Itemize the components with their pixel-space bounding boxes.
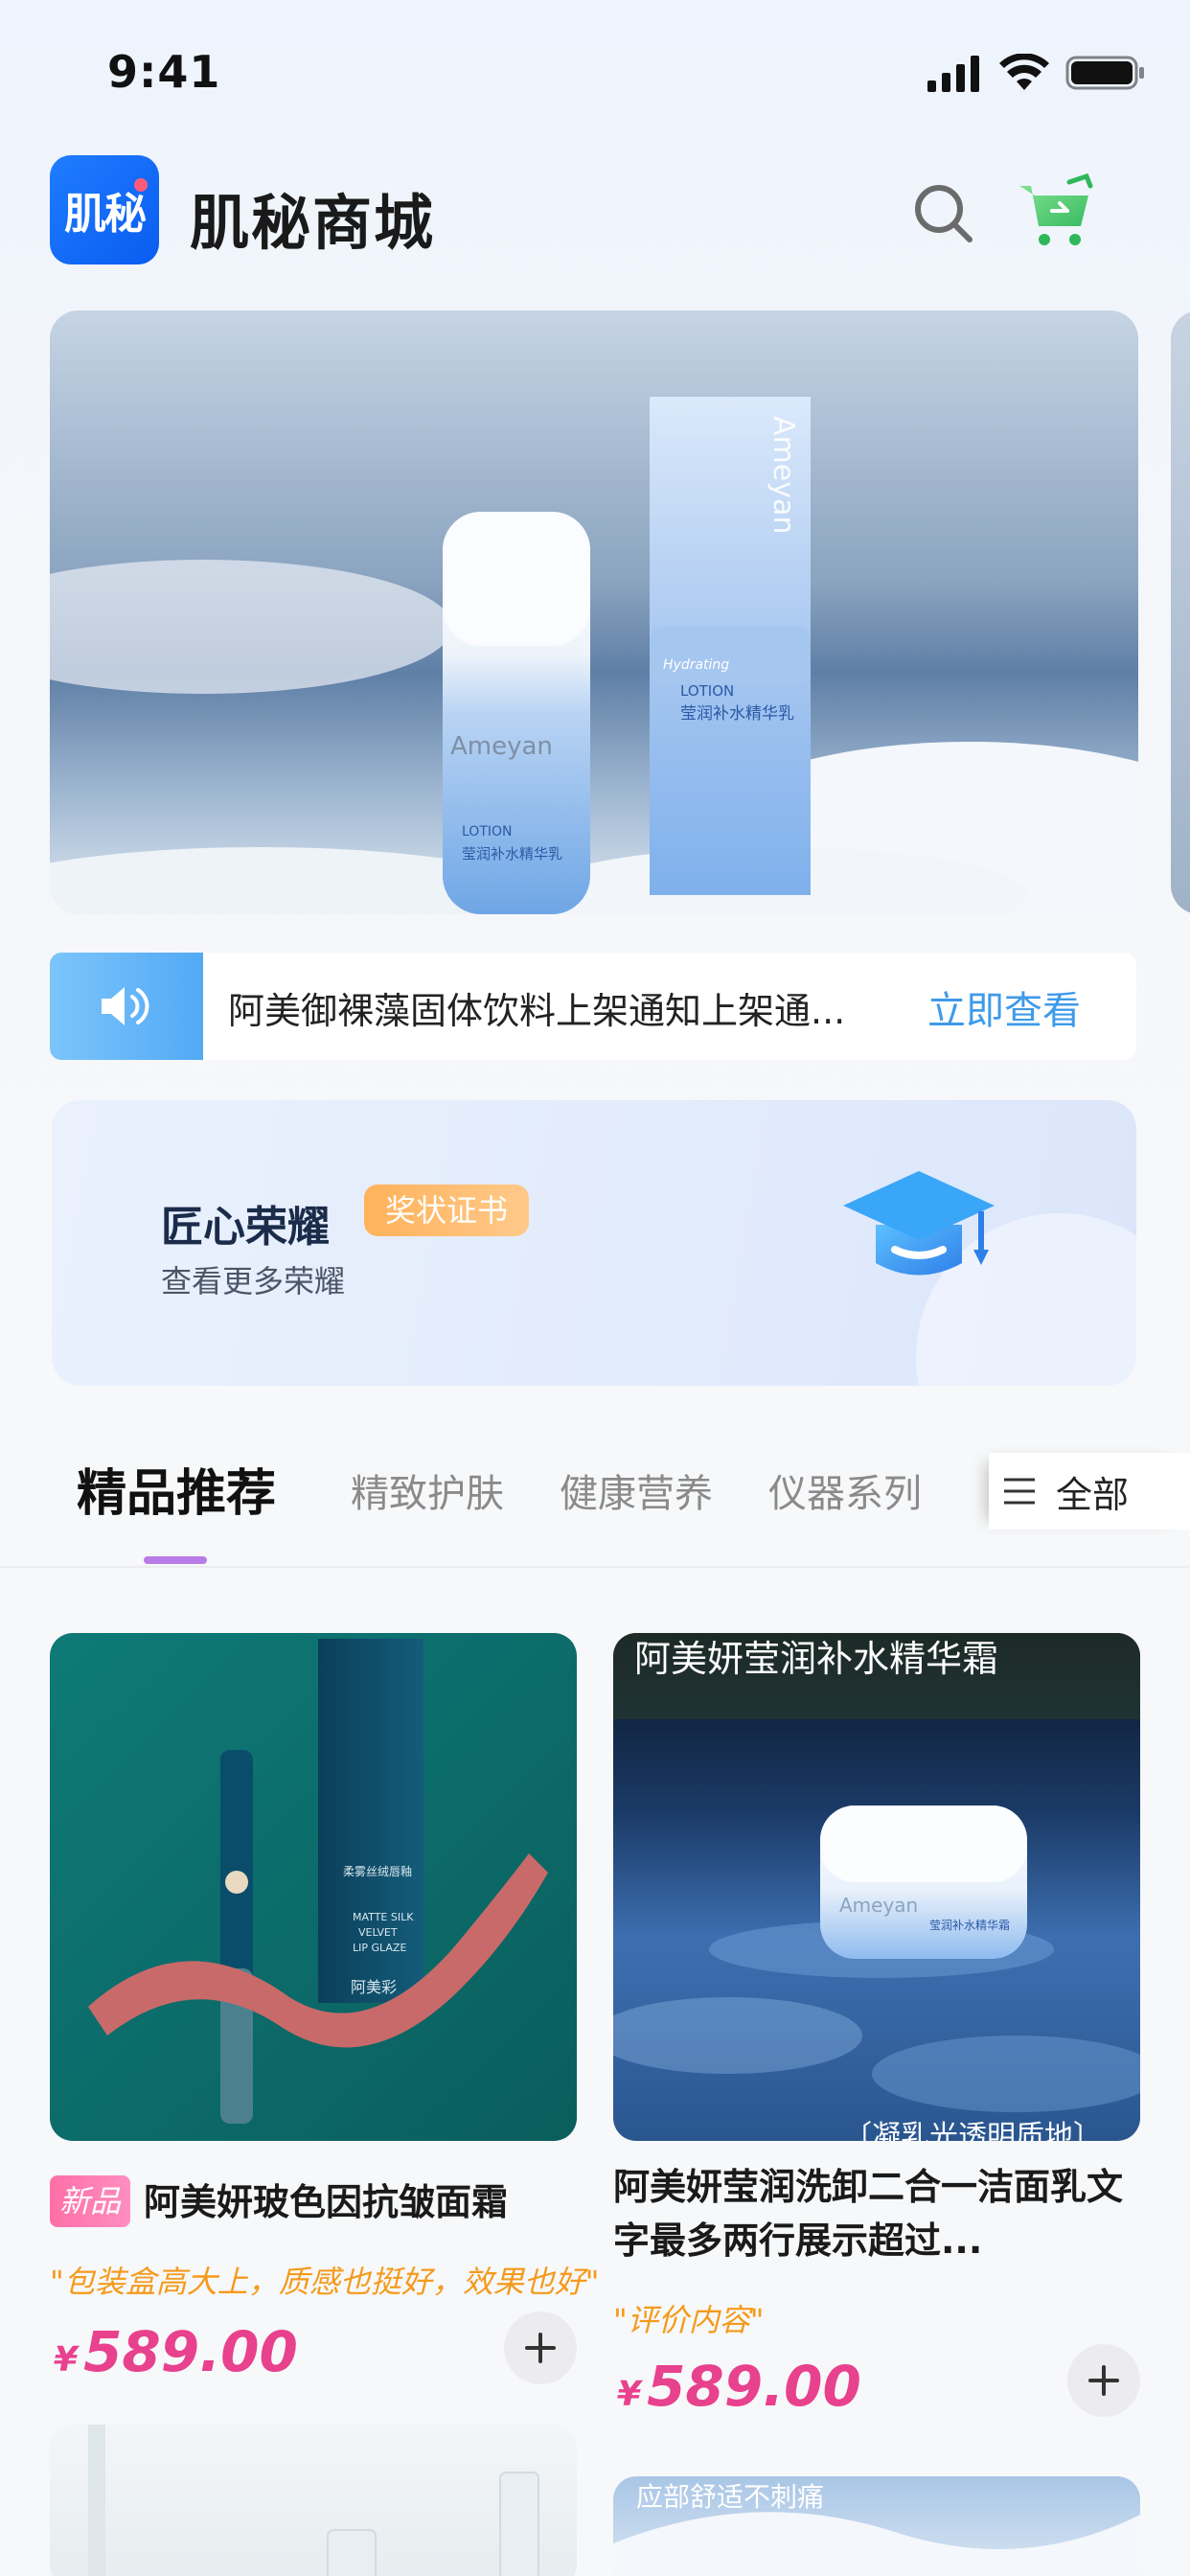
glassware-image [88,2425,539,2576]
box-text-3: VELVET [358,1926,398,1939]
product-name[interactable]: 阿美妍莹润洗卸二合一洁面乳文字最多两行展示超过... [613,2160,1140,2267]
box-script: Hydrating [663,657,730,673]
menu-icon [1004,1478,1035,1505]
honor-card[interactable]: 匠心荣耀 奖状证书 查看更多荣耀 [52,1100,1136,1386]
plus-icon [1088,2365,1119,2396]
tab-featured[interactable]: 精品推荐 [77,1453,276,1525]
product-review: "包装盒高大上，质感也挺好，效果也好" [50,2264,600,2300]
cart-button[interactable] [1014,172,1094,253]
product-name: 阿美妍玻色因抗皱面霜 [144,2181,509,2223]
tab-nutrition[interactable]: 健康营养 [560,1462,713,1518]
currency-symbol: ¥ [54,2340,79,2380]
box-text-4: LIP GLAZE [353,1942,407,1954]
image-overlay-caption: 〔凝乳光透明质地〕 [843,2120,1102,2141]
add-to-cart-button[interactable] [1067,2344,1140,2417]
logo-dot [134,178,148,192]
notice-bar[interactable]: 阿美御裸藻固体饮料上架通知上架通... 立即查看 [50,953,1136,1060]
bottle-label-cn: 莹润补水精华乳 [462,845,563,862]
status-time: 9:41 [107,46,221,98]
bottle-brand: Ameyan [450,732,553,761]
app-logo: 肌秘 [50,155,159,264]
banner-image [50,310,1138,914]
new-badge: 新品 [50,2175,131,2227]
product-price: ¥589.00 [54,2319,298,2384]
graduation-cap-icon [843,1171,995,1276]
app-logo-text: 肌秘 [64,190,147,239]
box-text-2: MATTE SILK [353,1911,414,1923]
banner-next-peek[interactable] [1171,310,1190,914]
product-price: ¥589.00 [617,2354,861,2419]
box-text-1: 柔雾丝绒唇釉 [343,1865,413,1878]
tab-divider [0,1566,1190,1568]
cart-icon [1019,172,1093,245]
notice-view-link[interactable]: 立即查看 [927,979,1081,1035]
image-overlay-title: 应部舒适不刺痛 [636,2481,825,2513]
speaker-icon [102,987,149,1025]
search-button[interactable] [910,180,977,247]
lip-glaze-image [50,1633,577,2141]
box-label-en: LOTION [680,682,735,700]
battery-icon [1065,56,1144,90]
price-value: 589.00 [647,2354,861,2419]
jar-label: 莹润补水精华霜 [929,1919,1011,1932]
active-tab-indicator [144,1556,207,1564]
category-tabs: 精品推荐 精致护肤 健康营养 仪器系列 全部 [0,1438,1190,1564]
currency-symbol: ¥ [617,2375,642,2414]
product-image[interactable] [50,2425,577,2576]
search-icon [915,185,973,242]
notice-icon-bg [50,953,203,1060]
add-to-cart-button[interactable] [504,2312,577,2384]
bottle-label-en: LOTION [462,824,513,840]
honor-subtitle: 查看更多荣耀 [161,1263,346,1300]
app-title: 肌秘商城 [190,188,436,258]
cream-jar-image [613,1633,1140,2141]
certificate-badge: 奖状证书 [364,1184,530,1236]
jar-brand: Ameyan [839,1894,919,1917]
notice-text: 阿美御裸藻固体饮料上架通知上架通... [228,990,846,1032]
product-image[interactable]: 阿美妍莹润补水精华霜 〔凝乳光透明质地〕 Ameyan 莹润补水精华霜 [613,1633,1140,2141]
status-icons [926,52,1146,94]
box-label-cn: 莹润补水精华乳 [680,704,794,724]
all-categories-label: 全部 [1056,1473,1130,1516]
promo-banner[interactable]: Ameyan LOTION 莹润补水精华乳 Hydrating LOTION 莹… [50,310,1138,914]
honor-title: 匠心荣耀 [161,1203,330,1252]
all-categories-button[interactable]: 全部 [989,1453,1190,1530]
signal-icon [927,56,979,92]
tab-skincare[interactable]: 精致护肤 [351,1462,504,1518]
product-image[interactable]: 柔雾丝绒唇釉 MATTE SILK VELVET LIP GLAZE 阿美彩 [50,1633,577,2141]
price-value: 589.00 [83,2319,298,2384]
product-image[interactable]: 应部舒适不刺痛 [613,2476,1140,2576]
plus-icon [525,2333,556,2363]
product-title[interactable]: 新品 阿美妍玻色因抗皱面霜 [50,2175,586,2229]
box-brand: Ameyan [767,416,800,535]
image-overlay-title: 阿美妍莹润补水精华霜 [634,1638,999,1680]
wifi-icon [999,54,1049,90]
product-review: "评价内容" [613,2302,765,2338]
tab-devices[interactable]: 仪器系列 [768,1462,922,1518]
box-text-5: 阿美彩 [351,1978,398,1996]
